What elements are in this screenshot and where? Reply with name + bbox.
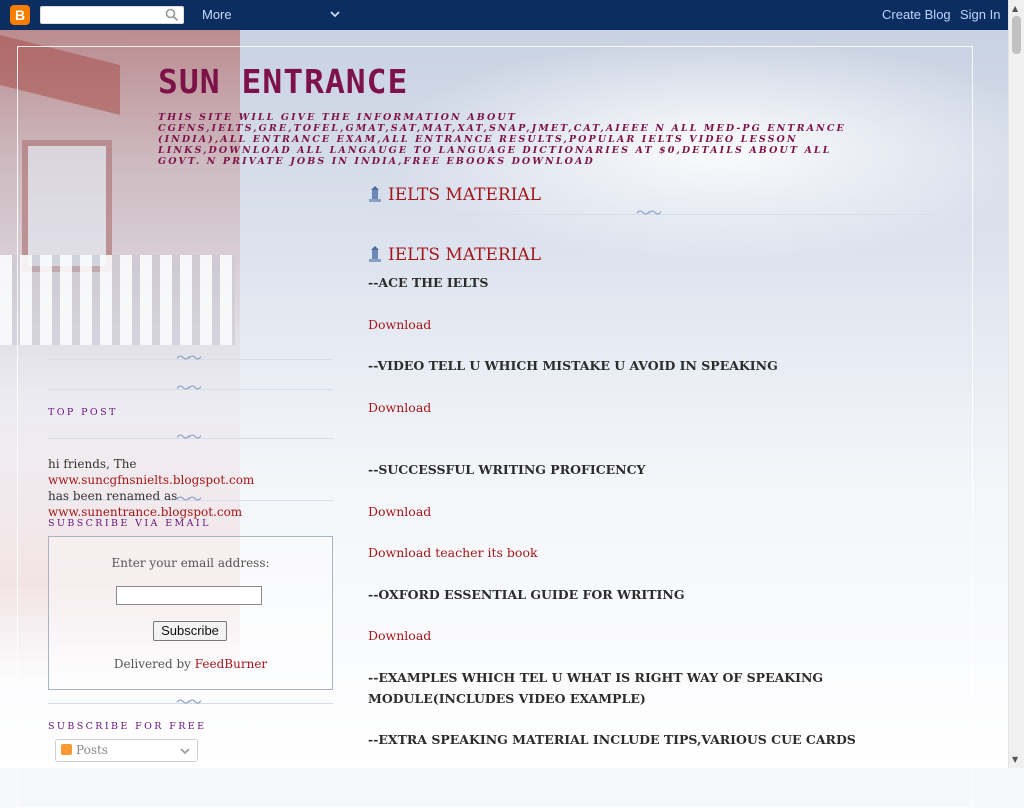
- sidebar-divider: 〜〜: [48, 431, 333, 447]
- download-teacher-book-link[interactable]: Download teacher its book: [368, 545, 538, 560]
- subscribe-email-box: Enter your email address: Subscribe Deli…: [48, 536, 333, 690]
- post-item-heading: --SUCCESSFUL WRITING PROFICENCY: [368, 462, 646, 477]
- post-item-heading: --EXAMPLES WHICH TEL U WHAT IS RIGHT WAY…: [368, 670, 824, 706]
- subscribe-free-heading: SUBSCRIBE FOR FREE: [48, 721, 207, 732]
- subscribe-button[interactable]: Subscribe: [153, 621, 227, 641]
- rss-feed-icon: [61, 744, 72, 755]
- post-divider: 〜〜: [368, 207, 938, 223]
- old-blog-link[interactable]: www.suncgfnsnielts.blogspot.com: [48, 473, 254, 487]
- blog-title[interactable]: SUN ENTRANCE: [158, 62, 408, 101]
- posts-dropdown-label: Posts: [76, 743, 108, 757]
- search-input[interactable]: [40, 6, 184, 24]
- rename-notice: hi friends, The www.suncgfnsnielts.blogs…: [48, 456, 333, 520]
- feedburner-link[interactable]: FeedBurner: [195, 657, 267, 671]
- page-heading-text: IELTS MATERIAL: [388, 185, 541, 205]
- top-post-heading: TOP POST: [48, 407, 118, 418]
- download-link[interactable]: Download: [368, 400, 431, 415]
- post-item-heading: --ACE THE IELTS: [368, 275, 489, 290]
- search-icon[interactable]: [165, 8, 179, 22]
- sign-in-link[interactable]: Sign In: [960, 7, 1000, 22]
- download-link[interactable]: Download: [368, 628, 431, 643]
- lighthouse-bullet-icon: [369, 246, 381, 262]
- blogger-logo-icon[interactable]: B: [10, 5, 30, 25]
- post-title[interactable]: IELTS MATERIAL: [368, 245, 541, 265]
- page-scrollbar[interactable]: ▲ ▼: [1008, 0, 1024, 768]
- lighthouse-bullet-icon: [369, 186, 381, 202]
- blogger-navbar: B More Create Blog Sign In: [0, 0, 1009, 30]
- download-link[interactable]: Download: [368, 504, 431, 519]
- sidebar-divider: 〜〜: [48, 696, 333, 712]
- more-menu-button[interactable]: More: [202, 7, 232, 22]
- delivered-by-label: Delivered by: [113, 657, 191, 671]
- sidebar-divider: 〜〜: [48, 493, 333, 509]
- scroll-down-arrow-icon[interactable]: ▼: [1012, 755, 1018, 764]
- download-link[interactable]: Download: [368, 317, 431, 332]
- chevron-down-icon[interactable]: [179, 745, 191, 757]
- create-blog-link[interactable]: Create Blog: [882, 7, 951, 22]
- delivered-by-text: Delivered by FeedBurner: [49, 657, 332, 671]
- sidebar-divider: 〜〜: [48, 352, 333, 368]
- post-item-heading: --OXFORD ESSENTIAL GUIDE FOR WRITING: [368, 587, 685, 602]
- scroll-up-arrow-icon[interactable]: ▲: [1012, 4, 1018, 13]
- email-prompt-label: Enter your email address:: [111, 556, 270, 570]
- page-heading: IELTS MATERIAL: [368, 185, 541, 205]
- post-item-heading: --EXTRA SPEAKING MATERIAL INCLUDE TIPS,V…: [368, 732, 856, 747]
- blog-description: THIS SITE WILL GIVE THE INFORMATION ABOU…: [158, 112, 846, 167]
- email-field[interactable]: [116, 586, 262, 605]
- post-item-heading: --VIDEO TELL U WHICH MISTAKE U AVOID IN …: [368, 358, 778, 373]
- sidebar-divider: 〜〜: [48, 382, 333, 398]
- posts-feed-dropdown[interactable]: Posts: [55, 739, 198, 762]
- chevron-down-icon[interactable]: [329, 6, 341, 22]
- post-title-link[interactable]: IELTS MATERIAL: [388, 245, 541, 265]
- scrollbar-thumb[interactable]: [1012, 16, 1021, 54]
- subscribe-email-heading: SUBSCRIBE VIA EMAIL: [48, 518, 211, 529]
- notice-prefix-text: hi friends, The: [48, 457, 137, 471]
